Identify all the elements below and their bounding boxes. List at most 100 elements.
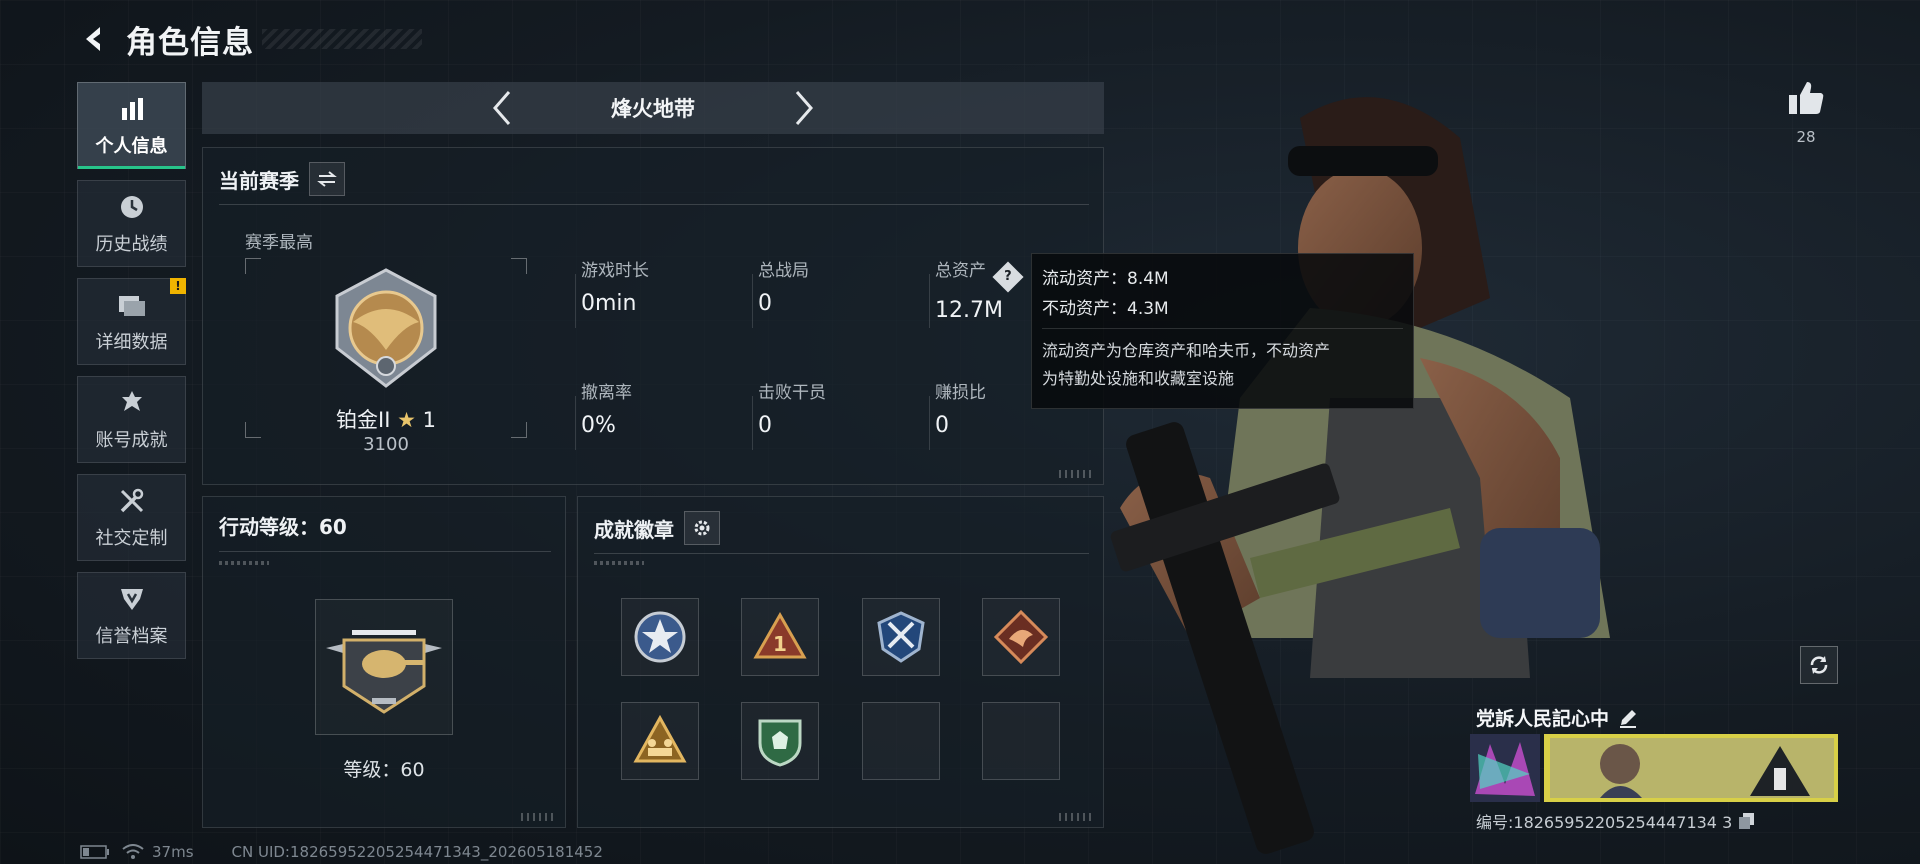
rank-stars: 1 [422, 408, 436, 432]
player-id-row: 编号:18265952205254447134 3 [1476, 809, 1756, 833]
sidebar-item-label: 详细数据 [95, 331, 168, 353]
uid-text: CN UID:18265952205254471343_202605181452 [231, 843, 603, 861]
stat-label: 击败干员 [758, 383, 826, 403]
prev-mode-chevron-left-icon[interactable] [484, 90, 520, 126]
badge-slot[interactable] [741, 702, 819, 780]
star-emblem-icon [634, 611, 686, 663]
rank-name: 铂金II ★ 1 [245, 404, 527, 434]
wifi-icon [122, 844, 144, 859]
sidebar-item-detailed-data[interactable]: ! 详细数据 [77, 278, 186, 365]
badge-slot[interactable] [982, 598, 1060, 676]
stat-total-matches: 总战局 0 [758, 256, 809, 316]
stat-value: 12.7M [935, 298, 1003, 323]
stat-value: 0 [758, 413, 772, 438]
tooltip-description-line2: 为特勤处设施和收藏室设施 [1042, 369, 1235, 388]
player-id: 编号:18265952205254447134 3 [1476, 813, 1733, 832]
status-bar: 37ms CN UID:18265952205254471343_2026051… [80, 843, 603, 861]
sidebar-item-personal-info[interactable]: 个人信息 [77, 82, 186, 169]
player-banner[interactable] [1470, 734, 1838, 802]
achievements-panel: 成就徽章 1 [577, 496, 1104, 828]
stat-label: 游戏时长 [581, 261, 649, 281]
divider [929, 274, 930, 328]
panel-corner-decoration [1059, 813, 1095, 821]
stat-label: 总战局 [758, 261, 809, 281]
action-level-panel: 行动等级：60 等级：60 [202, 496, 566, 828]
platinum-rank-emblem-icon [335, 268, 437, 388]
achievements-title: 成就徽章 [594, 517, 674, 542]
divider [752, 396, 753, 450]
rank-name-text: 铂金II [336, 408, 391, 432]
sidebar-item-history[interactable]: 历史战绩 [77, 180, 186, 267]
dash-decoration [594, 561, 644, 565]
green-shield-icon [758, 719, 802, 767]
mode-title: 烽火地带 [611, 97, 695, 121]
header: 角色信息 [78, 18, 422, 61]
stat-value: 0 [935, 413, 949, 438]
gear-icon [694, 520, 710, 536]
player-name: 党訴人民記心中 [1476, 708, 1610, 730]
copy-icon[interactable] [1738, 812, 1756, 830]
star-icon: ★ [397, 408, 416, 432]
rotate-view-button[interactable] [1800, 646, 1838, 684]
divider [1042, 328, 1403, 329]
season-title: 当前赛季 [219, 168, 299, 193]
stat-label: 撤离率 [581, 383, 632, 403]
stat-play-time: 游戏时长 0min [581, 256, 649, 316]
back-arrow-icon[interactable] [78, 22, 112, 56]
stat-profit-ratio: 赚损比 0 [935, 378, 986, 438]
divider [752, 274, 753, 328]
stat-value: 0% [581, 413, 616, 438]
level-emblem-frame [315, 599, 453, 735]
edit-pencil-icon[interactable] [1617, 707, 1639, 729]
help-icon[interactable]: ? [992, 261, 1024, 293]
battery-icon [80, 845, 109, 859]
stat-value: 0min [581, 291, 637, 316]
thumbs-up-icon [1789, 82, 1824, 114]
badge-slot[interactable]: 1 [741, 598, 819, 676]
badge-slot-empty[interactable] [862, 702, 940, 780]
divider [594, 553, 1089, 554]
rotate-arrows-icon [1810, 656, 1828, 674]
divider [575, 396, 576, 450]
stat-label: 总资产 ? [935, 256, 1024, 293]
tooltip-fixed-assets: 不动资产：4.3M [1042, 299, 1169, 319]
badge-slot-empty[interactable] [982, 702, 1060, 780]
sidebar-item-credit-file[interactable]: 信誉档案 [77, 572, 186, 659]
rank-one-triangle-icon: 1 [753, 611, 807, 659]
action-level-header: 行动等级：60 [219, 511, 347, 540]
stat-extract-rate: 撤离率 0% [581, 378, 632, 438]
sidebar-item-achievements[interactable]: 账号成就 [77, 376, 186, 463]
sidebar: 个人信息 历史战绩 ! 详细数据 账号成就 社交定制 信誉档案 [77, 82, 187, 670]
stat-value: 0 [758, 291, 772, 316]
next-mode-chevron-right-icon[interactable] [786, 90, 822, 126]
badge-slot[interactable] [621, 598, 699, 676]
action-level-title: 行动等级：60 [219, 515, 347, 539]
season-panel: 当前赛季 赛季最高 铂金II ★ 1 3100 游戏时长 0min 总战局 0 … [202, 147, 1104, 485]
season-panel-header: 当前赛季 [219, 162, 345, 196]
season-best-label: 赛季最高 [245, 233, 313, 253]
crossed-blades-emblem-icon [877, 611, 925, 663]
divider [575, 274, 576, 328]
divider [929, 396, 930, 450]
achievements-settings-button[interactable] [684, 511, 720, 545]
sidebar-item-label: 个人信息 [95, 135, 168, 157]
achievements-header: 成就徽章 [594, 511, 720, 545]
page-title: 角色信息 [126, 24, 254, 61]
dash-decoration [219, 561, 269, 565]
badge-slot[interactable] [621, 702, 699, 780]
badge-slot[interactable] [862, 598, 940, 676]
panel-corner-decoration [1059, 470, 1095, 478]
mode-selector: 烽火地带 [202, 82, 1104, 134]
sidebar-item-label: 历史战绩 [95, 233, 168, 255]
tools-icon [117, 486, 147, 516]
sidebar-item-social-custom[interactable]: 社交定制 [77, 474, 186, 561]
tooltip-liquid-assets: 流动资产：8.4M [1042, 269, 1169, 289]
panel-corner-decoration [521, 813, 557, 821]
tooltip-description-line1: 流动资产为仓库资产和哈夫币，不动资产 [1042, 341, 1331, 360]
switch-season-button[interactable] [309, 162, 345, 196]
bar-chart-icon [117, 94, 147, 124]
helicopter-emblem-icon [326, 630, 442, 714]
stat-label-text: 总资产 [935, 261, 986, 281]
like-button[interactable] [1786, 78, 1826, 118]
stat-kills: 击败干员 0 [758, 378, 826, 438]
